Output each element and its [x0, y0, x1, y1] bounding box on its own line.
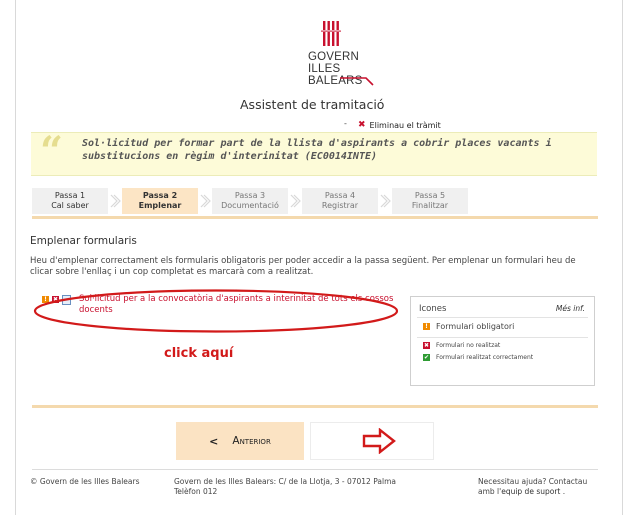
chevron-right-icon — [380, 194, 391, 208]
step-1-number: Passa 1 — [54, 191, 86, 200]
legend-done: ✔ Formulari realitzat correctament — [423, 354, 533, 361]
check-icon: ✔ — [423, 354, 430, 361]
footer-help-line: amb l'equip de suport . — [478, 487, 587, 497]
step-3[interactable]: Passa 3 Documentació — [212, 188, 288, 214]
legend-not-done-label: Formulari no realitzat — [436, 342, 501, 349]
nav-divider — [32, 405, 598, 408]
section-description: Heu d'emplenar correctament els formular… — [30, 256, 576, 277]
legend-not-done: ✖ Formulari no realitzat — [423, 342, 500, 349]
logo-swoosh-icon — [340, 77, 374, 86]
icons-legend: Icones Més inf. ! Formulari obligatori ✖… — [410, 296, 595, 386]
delete-procedure-link[interactable]: ✖ Eliminau el tràmit — [358, 120, 441, 130]
step-2[interactable]: Passa 2 Emplenar — [122, 188, 198, 214]
step-4-number: Passa 4 — [324, 191, 356, 200]
step-2-number: Passa 2 — [142, 191, 178, 200]
support-team-link[interactable]: equip de suport — [501, 487, 560, 496]
more-info-link[interactable]: Més inf. — [556, 304, 585, 313]
footer-copyright: © Govern de les Illes Balears — [30, 477, 140, 486]
step-1[interactable]: Passa 1 Cal saber — [32, 188, 108, 214]
quote-icon: “ — [40, 128, 64, 175]
footer-address: Govern de les Illes Balears: C/ de la Ll… — [174, 477, 396, 497]
required-icon: ! — [423, 323, 430, 330]
not-done-icon: ✖ — [423, 342, 430, 349]
click-here-annotation: click aquí — [164, 346, 234, 361]
annotation-ellipse — [33, 289, 399, 333]
procedure-title: Sol·licitud per formar part de la llista… — [82, 138, 552, 162]
step-5-number: Passa 5 — [414, 191, 446, 200]
arrow-right-annotation-icon — [362, 428, 396, 454]
govern-logo-icon — [321, 21, 341, 46]
previous-button-label: Anterior — [232, 435, 271, 447]
step-5[interactable]: Passa 5 Finalitzar — [392, 188, 468, 214]
step-3-label: Documentació — [221, 201, 279, 210]
section-title: Emplenar formularis — [30, 235, 137, 247]
legend-done-label: Formulari realitzat correctament — [436, 354, 534, 361]
chevron-left-icon: < — [209, 434, 219, 448]
step-4-label: Registrar — [321, 201, 359, 210]
footer-help: Necessitau ajuda? Contactau amb l'equip … — [478, 477, 587, 497]
legend-required: ! Formulari obligatori — [423, 322, 514, 331]
delete-separator: - — [344, 119, 347, 128]
footer-address-line: Govern de les Illes Balears: C/ de la Ll… — [174, 477, 396, 486]
step-3-number: Passa 3 — [234, 191, 266, 200]
assistant-title: Assistent de tramitació — [240, 97, 385, 112]
step-2-label: Emplenar — [138, 201, 182, 210]
steps-divider — [32, 216, 598, 219]
icons-legend-divider — [417, 317, 588, 318]
delete-procedure-label: Eliminau el tràmit — [369, 120, 441, 130]
step-1-label: Cal saber — [51, 201, 89, 210]
chevron-right-icon — [200, 194, 211, 208]
footer-help-suffix: . — [560, 487, 566, 496]
footer-phone: Telèfon 012 — [174, 487, 218, 496]
step-4[interactable]: Passa 4 Registrar — [302, 188, 378, 214]
icons-legend-divider — [417, 337, 588, 338]
previous-button[interactable]: < Anterior — [176, 422, 304, 460]
chevron-right-icon — [110, 194, 121, 208]
delete-icon: ✖ — [358, 120, 366, 130]
footer-divider — [32, 469, 598, 470]
icons-legend-title: Icones — [419, 304, 447, 314]
legend-required-label: Formulari obligatori — [436, 322, 515, 331]
step-5-label: Finalitzar — [411, 201, 449, 210]
chevron-right-icon — [290, 194, 301, 208]
footer-help-prefix: amb l' — [478, 487, 502, 496]
footer-help-line: Necessitau ajuda? Contactau — [478, 477, 588, 486]
